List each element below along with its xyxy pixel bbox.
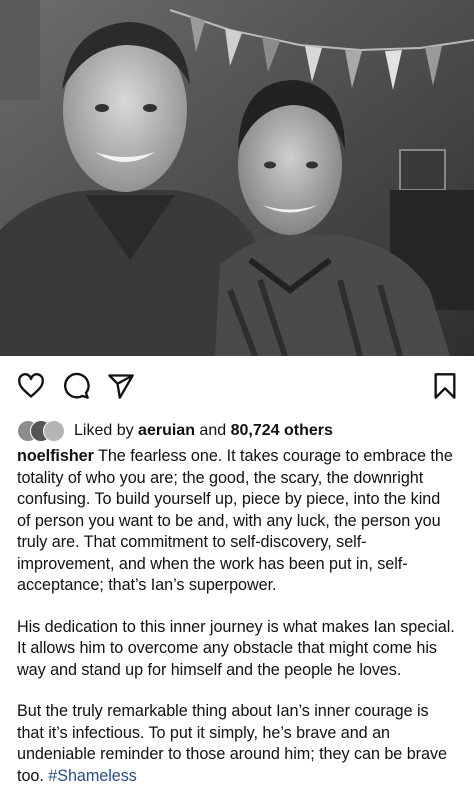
- liker-username[interactable]: aeruian: [138, 422, 195, 440]
- post-action-bar: [0, 356, 474, 416]
- post-caption: noelfisher The fearless one. It takes co…: [0, 446, 474, 787]
- bookmark-icon[interactable]: [431, 372, 459, 400]
- heart-icon[interactable]: [17, 372, 45, 400]
- likes-middle: and: [199, 422, 227, 439]
- avatar: [43, 420, 65, 442]
- likes-prefix: Liked by: [74, 422, 134, 439]
- hashtag-link[interactable]: #Shameless: [48, 767, 137, 785]
- caption-username[interactable]: noelfisher: [17, 447, 94, 465]
- comment-icon[interactable]: [62, 372, 90, 400]
- likes-count[interactable]: 80,724 others: [231, 422, 333, 440]
- likes-row[interactable]: Liked by aeruian and 80,724 others: [0, 416, 474, 446]
- liker-avatars: [17, 420, 67, 442]
- post-photo[interactable]: [0, 0, 474, 356]
- caption-text-1: The fearless one. It takes courage to em…: [17, 447, 453, 594]
- caption-paragraph-2: His dedication to this inner journey is …: [17, 617, 455, 679]
- share-icon[interactable]: [107, 372, 135, 400]
- caption-paragraph-1: noelfisher The fearless one. It takes co…: [17, 446, 457, 597]
- post-photo-image: [0, 0, 474, 356]
- caption-paragraph-3: But the truly remarkable thing about Ian…: [17, 701, 457, 787]
